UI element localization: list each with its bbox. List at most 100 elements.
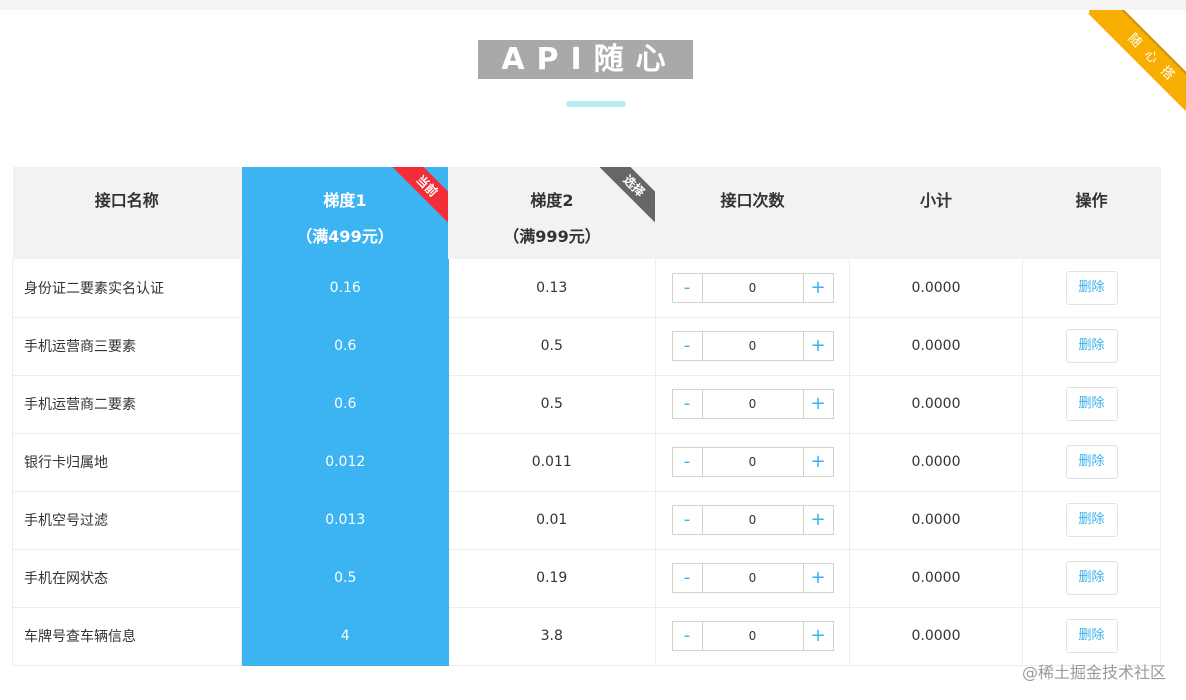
increment-button[interactable]: +: [802, 390, 833, 418]
delete-button[interactable]: 删除: [1065, 387, 1118, 421]
increment-button[interactable]: +: [802, 506, 833, 534]
api-price-table: 接口名称 梯度1 （满499元） 当前 梯度2 （满999元） 选择 接口次数 …: [12, 167, 1161, 666]
quantity-input[interactable]: [702, 448, 803, 476]
header-count: 接口次数: [655, 167, 850, 259]
tier1-price: 4: [241, 607, 449, 666]
header-name: 接口名称: [12, 167, 242, 259]
top-strip: [0, 0, 1186, 10]
table-row: 身份证二要素实名认证0.160.13-+0.0000删除: [12, 259, 1161, 318]
api-name: 银行卡归属地: [12, 433, 242, 492]
delete-button[interactable]: 删除: [1065, 329, 1118, 363]
header-tier1-sub: （满499元）: [296, 227, 394, 246]
delete-button[interactable]: 删除: [1065, 270, 1118, 305]
delete-button[interactable]: 删除: [1065, 619, 1118, 653]
quantity-input[interactable]: [702, 564, 803, 592]
delete-button[interactable]: 删除: [1065, 503, 1118, 537]
tier1-price: 0.5: [241, 549, 449, 608]
current-tag: 当前: [387, 167, 448, 226]
header-tier2-title: 梯度2: [530, 191, 574, 210]
title-underline: [566, 101, 626, 107]
count-cell: -+: [655, 259, 850, 318]
decrement-button[interactable]: -: [673, 564, 703, 592]
subtotal: 0.0000: [849, 433, 1023, 492]
quantity-stepper: -+: [671, 563, 834, 593]
action-cell: 删除: [1022, 375, 1161, 434]
quantity-input[interactable]: [702, 273, 803, 302]
header-tier1[interactable]: 梯度1 （满499元） 当前: [241, 167, 449, 259]
tier1-price: 0.6: [241, 317, 449, 376]
quantity-input[interactable]: [702, 506, 803, 534]
decrement-button[interactable]: -: [673, 622, 703, 650]
decrement-button[interactable]: -: [673, 390, 703, 418]
table-row: 手机空号过滤0.0130.01-+0.0000删除: [12, 491, 1161, 550]
subtotal: 0.0000: [849, 375, 1023, 434]
quantity-input[interactable]: [702, 332, 803, 360]
count-cell: -+: [655, 607, 850, 666]
count-cell: -+: [655, 549, 850, 608]
tier2-price: 3.8: [448, 607, 656, 666]
subtotal: 0.0000: [849, 317, 1023, 376]
tier2-price: 0.5: [448, 317, 656, 376]
table-header-row: 接口名称 梯度1 （满499元） 当前 梯度2 （满999元） 选择 接口次数 …: [12, 167, 1161, 259]
increment-button[interactable]: +: [802, 564, 833, 592]
increment-button[interactable]: +: [802, 332, 833, 360]
action-cell: 删除: [1022, 607, 1161, 666]
delete-button[interactable]: 删除: [1065, 561, 1118, 595]
watermark: @稀土掘金技术社区: [1021, 663, 1166, 682]
quantity-input[interactable]: [702, 622, 803, 650]
header-action: 操作: [1022, 167, 1161, 259]
decrement-button[interactable]: -: [673, 506, 703, 534]
corner-ribbon-label: 随心搭: [1088, 10, 1186, 110]
count-cell: -+: [655, 491, 850, 550]
table-row: 车牌号查车辆信息43.8-+0.0000删除: [12, 607, 1161, 666]
table-row: 手机在网状态0.50.19-+0.0000删除: [12, 549, 1161, 608]
subtotal: 0.0000: [849, 607, 1023, 666]
tier2-price: 0.19: [448, 549, 656, 608]
tier2-price: 0.13: [448, 259, 656, 318]
delete-button[interactable]: 删除: [1065, 445, 1118, 479]
quantity-stepper: -+: [671, 447, 834, 477]
action-cell: 删除: [1022, 433, 1161, 492]
api-name: 手机运营商三要素: [12, 317, 242, 376]
quantity-stepper: -+: [671, 621, 834, 651]
decrement-button[interactable]: -: [673, 448, 703, 476]
table-row: 手机运营商三要素0.60.5-+0.0000删除: [12, 317, 1161, 376]
increment-button[interactable]: +: [802, 273, 833, 302]
count-cell: -+: [655, 375, 850, 434]
quantity-input[interactable]: [702, 390, 803, 418]
count-cell: -+: [655, 433, 850, 492]
decrement-button[interactable]: -: [673, 273, 703, 302]
tier1-price: 0.6: [241, 375, 449, 434]
quantity-stepper: -+: [671, 331, 834, 361]
corner-ribbon: 随心搭: [1086, 10, 1186, 110]
subtotal: 0.0000: [849, 259, 1023, 318]
action-cell: 删除: [1022, 259, 1161, 318]
header-subtotal: 小计: [849, 167, 1023, 259]
page-title-box: API随心搭: [478, 40, 693, 116]
tier1-price: 0.012: [241, 433, 449, 492]
api-name: 车牌号查车辆信息: [12, 607, 242, 666]
tier1-price: 0.013: [241, 491, 449, 550]
count-cell: -+: [655, 317, 850, 376]
decrement-button[interactable]: -: [673, 332, 703, 360]
select-tag[interactable]: 选择: [594, 167, 655, 226]
header-tier2[interactable]: 梯度2 （满999元） 选择: [448, 167, 656, 259]
api-name: 身份证二要素实名认证: [12, 259, 242, 318]
tier2-price: 0.011: [448, 433, 656, 492]
tier2-price: 0.01: [448, 491, 656, 550]
action-cell: 删除: [1022, 491, 1161, 550]
increment-button[interactable]: +: [802, 448, 833, 476]
quantity-stepper: -+: [671, 272, 834, 303]
subtotal: 0.0000: [849, 549, 1023, 608]
increment-button[interactable]: +: [802, 622, 833, 650]
table-row: 银行卡归属地0.0120.011-+0.0000删除: [12, 433, 1161, 492]
api-name: 手机空号过滤: [12, 491, 242, 550]
header-tier2-sub: （满999元）: [503, 227, 601, 246]
action-cell: 删除: [1022, 317, 1161, 376]
table-row: 手机运营商二要素0.60.5-+0.0000删除: [12, 375, 1161, 434]
action-cell: 删除: [1022, 549, 1161, 608]
api-name: 手机运营商二要素: [12, 375, 242, 434]
tier1-price: 0.16: [241, 259, 449, 318]
quantity-stepper: -+: [671, 389, 834, 419]
api-name: 手机在网状态: [12, 549, 242, 608]
